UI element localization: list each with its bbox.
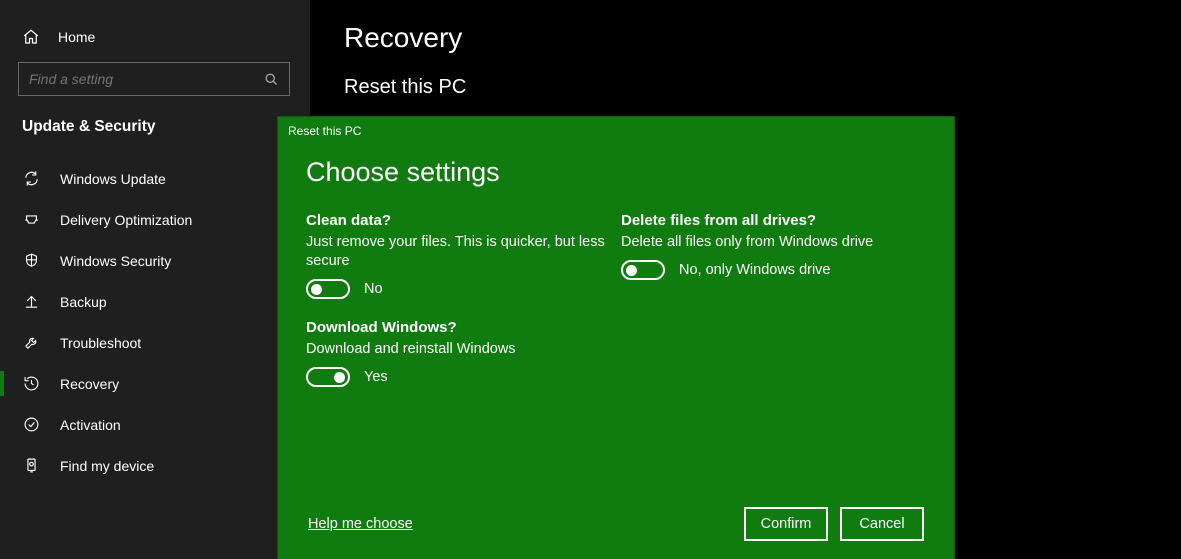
sidebar-item-label: Troubleshoot xyxy=(60,335,141,351)
shield-icon xyxy=(22,252,40,269)
sidebar-item-home[interactable]: Home xyxy=(0,20,310,62)
dialog-titlebar: Reset this PC xyxy=(278,117,954,145)
dialog-heading: Choose settings xyxy=(306,157,926,188)
home-label: Home xyxy=(58,29,95,45)
sidebar-item-label: Windows Update xyxy=(60,171,166,187)
sidebar-item-label: Backup xyxy=(60,294,107,310)
toggle-value-label: No, only Windows drive xyxy=(679,262,831,278)
clean-data-toggle[interactable] xyxy=(306,279,350,299)
option-clean-data: Clean data? Just remove your files. This… xyxy=(306,212,611,299)
download-windows-toggle[interactable] xyxy=(306,367,350,387)
confirm-button[interactable]: Confirm xyxy=(744,507,828,541)
history-icon xyxy=(22,375,40,392)
sidebar-item-label: Recovery xyxy=(60,376,119,392)
option-title: Download Windows? xyxy=(306,319,611,336)
search-icon xyxy=(264,72,279,87)
delivery-icon xyxy=(22,211,40,228)
wrench-icon xyxy=(22,334,40,351)
location-icon xyxy=(22,457,40,474)
option-title: Delete files from all drives? xyxy=(621,212,926,229)
sidebar-item-find-my-device[interactable]: Find my device xyxy=(0,445,310,486)
sidebar: Home Update & Security Windows Update xyxy=(0,0,310,559)
toggle-value-label: No xyxy=(364,281,383,297)
sidebar-item-delivery-optimization[interactable]: Delivery Optimization xyxy=(0,199,310,240)
option-title: Clean data? xyxy=(306,212,611,229)
sidebar-item-backup[interactable]: Backup xyxy=(0,281,310,322)
backup-icon xyxy=(22,293,40,310)
cancel-button[interactable]: Cancel xyxy=(840,507,924,541)
delete-all-drives-toggle[interactable] xyxy=(621,260,665,280)
reset-this-pc-heading: Reset this PC xyxy=(344,76,1147,99)
home-icon xyxy=(22,28,40,46)
check-circle-icon xyxy=(22,416,40,433)
page-title: Recovery xyxy=(344,22,1147,54)
sidebar-item-windows-security[interactable]: Windows Security xyxy=(0,240,310,281)
option-desc: Download and reinstall Windows xyxy=(306,340,611,359)
help-me-choose-link[interactable]: Help me choose xyxy=(308,516,413,532)
search-field[interactable] xyxy=(29,71,264,87)
sidebar-item-label: Activation xyxy=(60,417,121,433)
search-input[interactable] xyxy=(18,62,290,96)
sidebar-item-label: Find my device xyxy=(60,458,154,474)
option-delete-all-drives: Delete files from all drives? Delete all… xyxy=(621,212,926,280)
reset-pc-dialog: Reset this PC Choose settings Clean data… xyxy=(278,117,954,559)
toggle-value-label: Yes xyxy=(364,369,388,385)
sync-icon xyxy=(22,170,40,187)
sidebar-item-recovery[interactable]: Recovery xyxy=(0,363,310,404)
sidebar-item-label: Delivery Optimization xyxy=(60,212,192,228)
sidebar-nav: Windows Update Delivery Optimization Win… xyxy=(0,158,310,486)
sidebar-item-label: Windows Security xyxy=(60,253,171,269)
sidebar-item-activation[interactable]: Activation xyxy=(0,404,310,445)
sidebar-item-windows-update[interactable]: Windows Update xyxy=(0,158,310,199)
sidebar-section-title: Update & Security xyxy=(0,114,310,158)
sidebar-item-troubleshoot[interactable]: Troubleshoot xyxy=(0,322,310,363)
option-desc: Just remove your files. This is quicker,… xyxy=(306,233,611,271)
option-download-windows: Download Windows? Download and reinstall… xyxy=(306,319,611,387)
option-desc: Delete all files only from Windows drive xyxy=(621,233,926,252)
